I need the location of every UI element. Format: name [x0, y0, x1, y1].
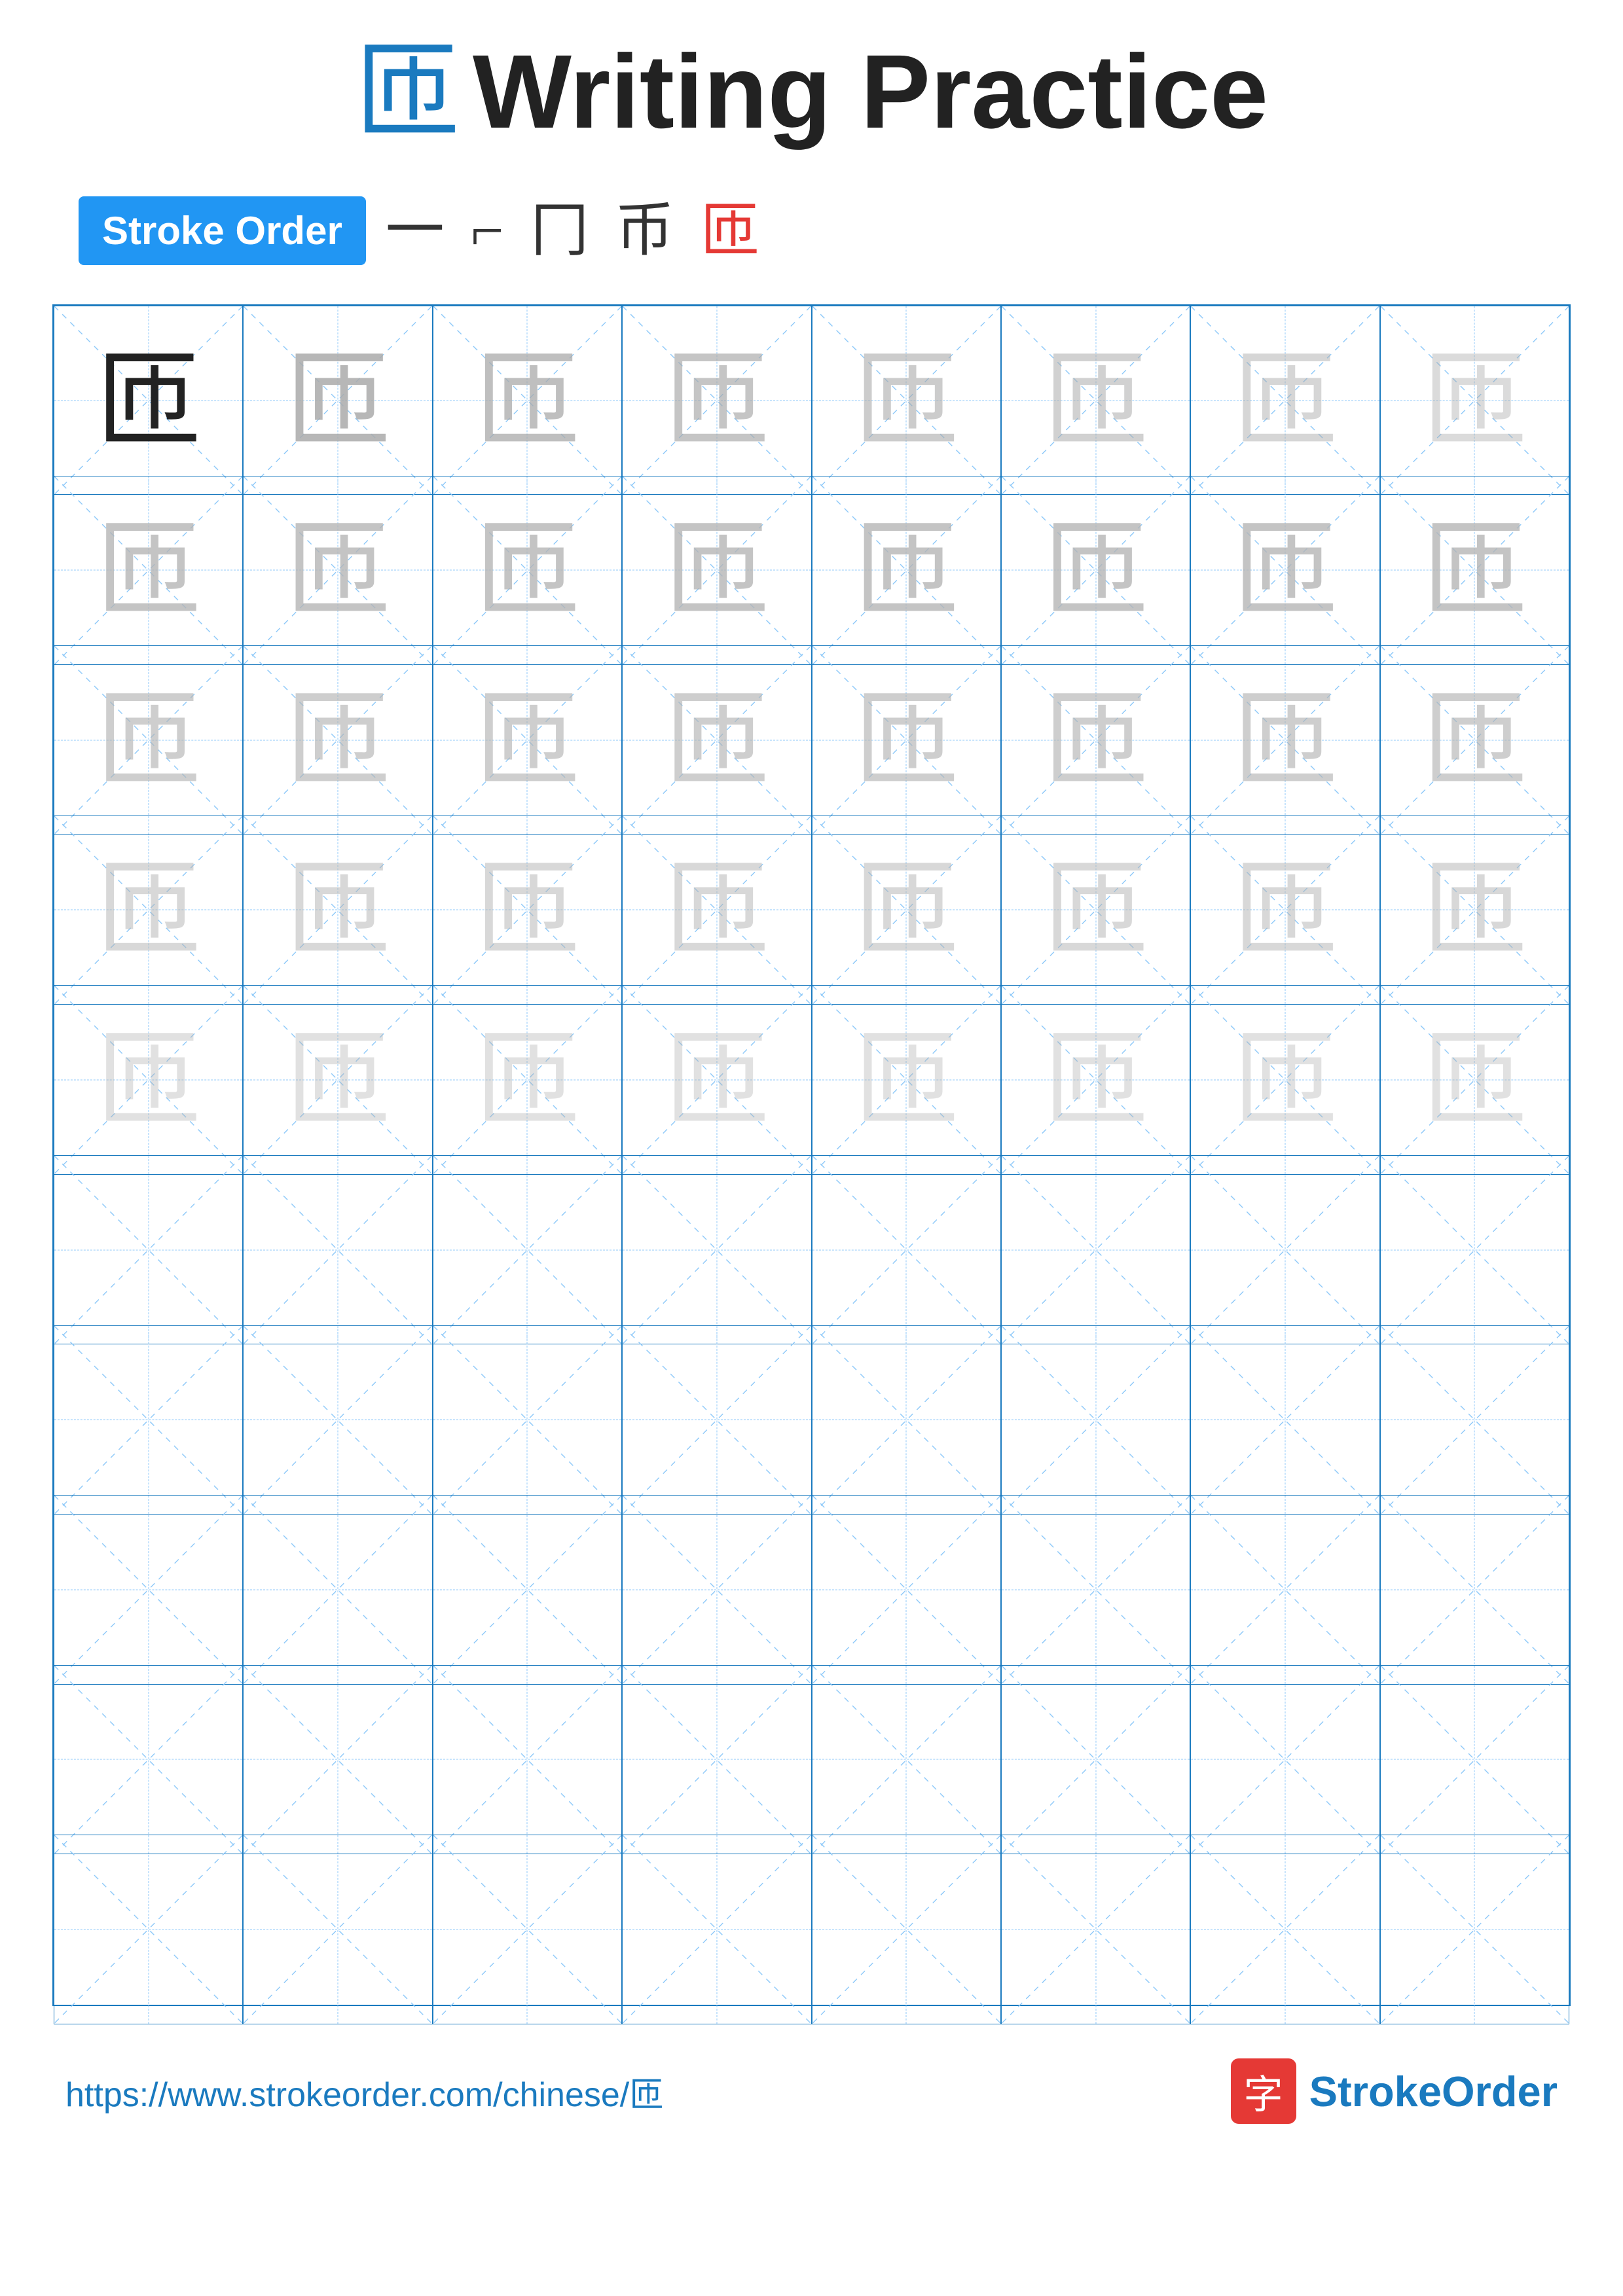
- grid-cell[interactable]: 匝: [1190, 476, 1379, 665]
- logo-text: StrokeOrder: [1309, 2067, 1558, 2116]
- grid-cell[interactable]: 匝: [1380, 985, 1569, 1174]
- grid-cell[interactable]: 匝: [1380, 816, 1569, 1005]
- grid-cell[interactable]: 匝: [812, 476, 1001, 665]
- grid-cell[interactable]: 匝: [1380, 645, 1569, 834]
- stroke-step-1: 一: [386, 202, 445, 260]
- header-char: 匝: [355, 39, 460, 144]
- grid-cell[interactable]: [54, 1155, 243, 1344]
- grid-cell[interactable]: 匝: [812, 306, 1001, 495]
- grid-cell[interactable]: [812, 1495, 1001, 1684]
- grid-cell[interactable]: 匝: [1001, 476, 1190, 665]
- grid-cell[interactable]: [622, 1155, 811, 1344]
- grid-cell[interactable]: [1190, 1325, 1379, 1515]
- grid-cell[interactable]: [54, 1835, 243, 2024]
- grid-cell[interactable]: [1190, 1495, 1379, 1684]
- grid-cell[interactable]: [812, 1325, 1001, 1515]
- grid-cell[interactable]: [1380, 1835, 1569, 2024]
- grid-cell[interactable]: 匝: [433, 476, 622, 665]
- grid-cell[interactable]: [622, 1495, 811, 1684]
- grid-cell[interactable]: [433, 1325, 622, 1515]
- grid-cell[interactable]: 匝: [433, 985, 622, 1174]
- grid-cell[interactable]: [243, 1665, 432, 1854]
- grid-cell[interactable]: 匝: [433, 306, 622, 495]
- grid-cell[interactable]: 匝: [622, 645, 811, 834]
- grid-cell[interactable]: 匝: [243, 306, 432, 495]
- grid-cell[interactable]: [1001, 1665, 1190, 1854]
- grid-cell[interactable]: 匝: [812, 985, 1001, 1174]
- stroke-step-2: ⌐: [471, 202, 504, 260]
- grid-cell[interactable]: 匝: [1190, 985, 1379, 1174]
- grid-cell[interactable]: 匝: [622, 476, 811, 665]
- stroke-step-3: 冂: [530, 202, 589, 260]
- grid-cell[interactable]: 匝: [243, 985, 432, 1174]
- grid-cell[interactable]: 匝: [54, 645, 243, 834]
- page: 匝 Writing Practice Stroke Order 一 ⌐ 冂 币 …: [0, 0, 1623, 2296]
- footer-url[interactable]: https://www.strokeorder.com/chinese/匝: [65, 2067, 663, 2116]
- grid-cell[interactable]: 匝: [1001, 306, 1190, 495]
- grid-cell[interactable]: [433, 1495, 622, 1684]
- grid-cell[interactable]: 匝: [622, 985, 811, 1174]
- stroke-order-steps: 一 ⌐ 冂 币 匝: [386, 202, 759, 260]
- grid-cell[interactable]: 匝: [622, 816, 811, 1005]
- footer: https://www.strokeorder.com/chinese/匝 字 …: [52, 2058, 1571, 2124]
- grid-cell[interactable]: 匝: [433, 645, 622, 834]
- grid-cell[interactable]: 匝: [433, 816, 622, 1005]
- grid-cell[interactable]: [243, 1155, 432, 1344]
- stroke-order-badge: Stroke Order: [79, 196, 366, 265]
- grid-cell[interactable]: 匝: [54, 985, 243, 1174]
- stroke-step-5: 匝: [701, 202, 759, 260]
- grid-cell[interactable]: 匝: [1190, 306, 1379, 495]
- grid-cell[interactable]: [433, 1835, 622, 2024]
- stroke-step-4: 币: [615, 202, 674, 260]
- header: 匝 Writing Practice: [52, 39, 1571, 144]
- grid-cell[interactable]: [433, 1155, 622, 1344]
- grid-cell[interactable]: [1380, 1495, 1569, 1684]
- grid-cell[interactable]: 匝: [54, 816, 243, 1005]
- grid-cell[interactable]: [1001, 1155, 1190, 1344]
- grid-cell[interactable]: [1190, 1835, 1379, 2024]
- grid-cell[interactable]: [433, 1665, 622, 1854]
- grid-cell[interactable]: 匝: [1380, 476, 1569, 665]
- grid-cell[interactable]: [812, 1835, 1001, 2024]
- grid-cell[interactable]: 匝: [1001, 985, 1190, 1174]
- grid-cell[interactable]: [54, 1495, 243, 1684]
- grid-cell[interactable]: [54, 1665, 243, 1854]
- practice-grid[interactable]: 匝 匝 匝 匝 匝 匝 匝 匝 匝 匝: [52, 304, 1571, 2006]
- grid-cell[interactable]: [54, 1325, 243, 1515]
- grid-cell[interactable]: [243, 1325, 432, 1515]
- grid-cell[interactable]: 匝: [243, 816, 432, 1005]
- grid-cell[interactable]: [812, 1155, 1001, 1344]
- grid-cell[interactable]: [1190, 1665, 1379, 1854]
- footer-logo: 字 StrokeOrder: [1231, 2058, 1558, 2124]
- grid-cell[interactable]: 匝: [54, 306, 243, 495]
- grid-cell[interactable]: [243, 1495, 432, 1684]
- grid-cell[interactable]: [622, 1835, 811, 2024]
- grid-cell[interactable]: [1380, 1665, 1569, 1854]
- grid-cell[interactable]: [1001, 1495, 1190, 1684]
- grid-cell[interactable]: 匝: [1001, 645, 1190, 834]
- grid-cell[interactable]: 匝: [1001, 816, 1190, 1005]
- grid-cell[interactable]: [1380, 1155, 1569, 1344]
- grid-cell[interactable]: [622, 1325, 811, 1515]
- grid-cell[interactable]: [812, 1665, 1001, 1854]
- grid-cell[interactable]: 匝: [812, 816, 1001, 1005]
- grid-cell[interactable]: [1001, 1325, 1190, 1515]
- grid-cell[interactable]: 匝: [1190, 816, 1379, 1005]
- page-title: Writing Practice: [473, 39, 1268, 144]
- logo-icon: 字: [1231, 2058, 1296, 2124]
- grid-cell[interactable]: [622, 1665, 811, 1854]
- grid-cell[interactable]: [1380, 1325, 1569, 1515]
- grid-cell[interactable]: 匝: [1380, 306, 1569, 495]
- grid-cell[interactable]: [1190, 1155, 1379, 1344]
- grid-cell[interactable]: 匝: [1190, 645, 1379, 834]
- grid-cell[interactable]: 匝: [622, 306, 811, 495]
- grid-cell[interactable]: [1001, 1835, 1190, 2024]
- stroke-order-row: Stroke Order 一 ⌐ 冂 币 匝: [79, 196, 1571, 265]
- grid-cell[interactable]: 匝: [243, 476, 432, 665]
- grid-cell[interactable]: 匝: [812, 645, 1001, 834]
- grid-cell[interactable]: [243, 1835, 432, 2024]
- grid-cell[interactable]: 匝: [54, 476, 243, 665]
- grid-cell[interactable]: 匝: [243, 645, 432, 834]
